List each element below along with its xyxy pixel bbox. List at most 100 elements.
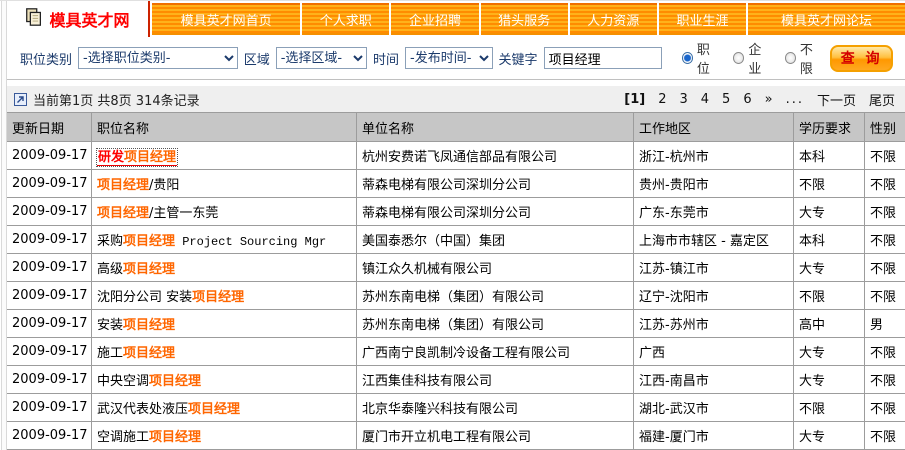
job-date: 2009-09-17: [7, 394, 92, 422]
company-cell: 蒂森电梯有限公司深圳分公司: [357, 170, 634, 198]
job-gender: 不限: [865, 282, 905, 310]
company-cell: 蒂森电梯有限公司深圳分公司: [357, 198, 634, 226]
table-header-row: 更新日期职位名称单位名称工作地区学历要求性别: [7, 113, 905, 142]
job-region: 贵州-贵阳市: [634, 170, 794, 198]
pagination-下一页[interactable]: 下一页: [817, 90, 856, 109]
job-title-cell: 项目经理/主管一东莞: [92, 198, 357, 226]
status-text: 当前第1页 共8页 314条记录: [33, 90, 200, 109]
job-title-link[interactable]: 沈阳分公司 安装项目经理: [97, 290, 244, 305]
table-body: 2009-09-17研发项目经理杭州安费诺飞凤通信部品有限公司浙江-杭州市本科不…: [7, 142, 905, 450]
company-name-link[interactable]: 厦门市开立机电工程有限公司: [362, 430, 531, 445]
company-name-link[interactable]: 广西南宁良凯制冷设备工程有限公司: [362, 346, 570, 361]
keyword-input[interactable]: [544, 47, 662, 69]
pagination-尾页[interactable]: 尾页: [869, 90, 895, 109]
table-row: 2009-09-17空调施工项目经理厦门市开立机电工程有限公司福建-厦门市大专不…: [7, 422, 905, 450]
job-title-cell: 高级项目经理: [92, 254, 357, 282]
documents-icon: [24, 7, 44, 31]
job-title-cell: 施工项目经理: [92, 338, 357, 366]
column-header-4: 工作地区: [634, 113, 794, 142]
table-row: 2009-09-17高级项目经理镇江众久机械有限公司江苏-镇江市大专不限: [7, 254, 905, 282]
job-date: 2009-09-17: [7, 254, 92, 282]
scope-radio-职位[interactable]: 职位: [682, 39, 722, 77]
query-button[interactable]: 查 询: [830, 45, 893, 72]
company-name-link[interactable]: 北京华泰隆兴科技有限公司: [362, 402, 518, 417]
job-date: 2009-09-17: [7, 142, 92, 170]
nav-tab-5[interactable]: 人力资源: [570, 3, 657, 35]
company-name-link[interactable]: 镇江众久机械有限公司: [362, 262, 492, 277]
company-name-link[interactable]: 蒂森电梯有限公司深圳分公司: [362, 178, 531, 193]
job-title-cell: 沈阳分公司 安装项目经理: [92, 282, 357, 310]
column-header-2: 职位名称: [92, 113, 357, 142]
column-header-6: 性别: [865, 113, 905, 142]
job-title-link[interactable]: 中央空调项目经理: [97, 374, 201, 389]
search-bar: 职位类别 -选择职位类别- 区域 -选择区域- 时间 -发布时间- 关键字 职位…: [6, 37, 905, 80]
title-segment: 高级: [97, 262, 123, 277]
pagination-3[interactable]: 3: [679, 92, 687, 107]
title-segment: 采购: [97, 234, 123, 249]
job-region: 浙江-杭州市: [634, 142, 794, 170]
job-title-link[interactable]: 项目经理/贵阳: [97, 178, 179, 193]
region-select[interactable]: -选择区域-: [276, 47, 367, 69]
radio-label: 职位: [697, 39, 721, 77]
job-title-link[interactable]: 采购项目经理 Project Sourcing Mgr: [97, 234, 326, 249]
company-name-link[interactable]: 杭州安费诺飞凤通信部品有限公司: [362, 150, 557, 165]
job-education: 本科: [794, 226, 865, 254]
table-row: 2009-09-17项目经理/贵阳蒂森电梯有限公司深圳分公司贵州-贵阳市不限不限: [7, 170, 905, 198]
keyword-highlight: 项目经理: [188, 402, 240, 417]
pagination-4[interactable]: 4: [701, 92, 709, 107]
job-education: 大专: [794, 366, 865, 394]
scope-radio-企业[interactable]: 企业: [733, 39, 773, 77]
jobs-table: 更新日期职位名称单位名称工作地区学历要求性别 2009-09-17 研发项目经理 杭…: [6, 112, 905, 450]
company-name-link[interactable]: 江西集佳科技有限公司: [362, 374, 492, 389]
pagination-2[interactable]: 2: [658, 92, 666, 107]
table-row: 2009-09-17采购项目经理 Project Sourcing Mgr美国泰…: [7, 226, 905, 254]
job-title-link[interactable]: 项目经理/主管一东莞: [97, 206, 218, 221]
nav-tab-4[interactable]: 猎头服务: [481, 3, 568, 35]
category-label: 职位类别: [20, 49, 72, 68]
radio-icon: [785, 52, 796, 64]
column-header-1: 更新日期: [7, 113, 92, 142]
job-title-link[interactable]: 研发项目经理: [97, 149, 177, 166]
job-title-link[interactable]: 施工项目经理: [97, 346, 175, 361]
nav-tab-3[interactable]: 企业招聘: [391, 3, 478, 35]
nav-tab-7[interactable]: 模具英才网论坛: [748, 3, 905, 35]
job-region: 福建-厦门市: [634, 422, 794, 450]
pagination-5[interactable]: 5: [722, 92, 730, 107]
nav-tab-2[interactable]: 个人求职: [302, 3, 389, 35]
category-select[interactable]: -选择职位类别-: [78, 47, 238, 69]
job-title-link[interactable]: 高级项目经理: [97, 262, 175, 277]
job-education: 不限: [794, 170, 865, 198]
company-name-link[interactable]: 苏州东南电梯（集团）有限公司: [362, 318, 544, 333]
time-select[interactable]: -发布时间-: [405, 47, 493, 69]
pagination-»[interactable]: »: [765, 92, 773, 107]
company-cell: 广西南宁良凯制冷设备工程有限公司: [357, 338, 634, 366]
company-name-link[interactable]: 美国泰悉尔（中国）集团: [362, 234, 505, 249]
status-bar: 当前第1页 共8页 314条记录 [1]23456»...下一页尾页: [6, 86, 905, 112]
scope-radio-不限[interactable]: 不限: [785, 39, 825, 77]
job-title-link[interactable]: 安装项目经理: [97, 318, 175, 333]
pagination-6[interactable]: 6: [743, 92, 751, 107]
nav-tab-1[interactable]: 模具英才网首页: [152, 3, 300, 35]
pagination: [1]23456»...下一页尾页: [624, 90, 895, 109]
company-name-link[interactable]: 蒂森电梯有限公司深圳分公司: [362, 206, 531, 221]
job-region: 江苏-镇江市: [634, 254, 794, 282]
nav-tab-6[interactable]: 职业生涯: [659, 3, 746, 35]
site-logo[interactable]: 模具英才网: [6, 1, 148, 37]
table-row: 2009-09-17施工项目经理广西南宁良凯制冷设备工程有限公司广西大专不限: [7, 338, 905, 366]
title-segment: 武汉代表处液压: [97, 402, 188, 417]
keyword-label: 关键字: [499, 49, 538, 68]
time-label: 时间: [373, 49, 399, 68]
radio-label: 企业: [748, 39, 772, 77]
company-name-link[interactable]: 苏州东南电梯（集团）有限公司: [362, 290, 544, 305]
job-region: 江苏-苏州市: [634, 310, 794, 338]
job-title-cell: 安装项目经理: [92, 310, 357, 338]
job-title-link[interactable]: 武汉代表处液压项目经理: [97, 402, 240, 417]
keyword-highlight: 项目经理: [97, 206, 149, 221]
table-row: 2009-09-17武汉代表处液压项目经理北京华泰隆兴科技有限公司湖北-武汉市不…: [7, 394, 905, 422]
job-date: 2009-09-17: [7, 338, 92, 366]
job-title-link[interactable]: 空调施工项目经理: [97, 430, 201, 445]
job-education: 高中: [794, 310, 865, 338]
column-header-3: 单位名称: [357, 113, 634, 142]
job-title-cell: 空调施工项目经理: [92, 422, 357, 450]
job-gender: 不限: [865, 142, 905, 170]
